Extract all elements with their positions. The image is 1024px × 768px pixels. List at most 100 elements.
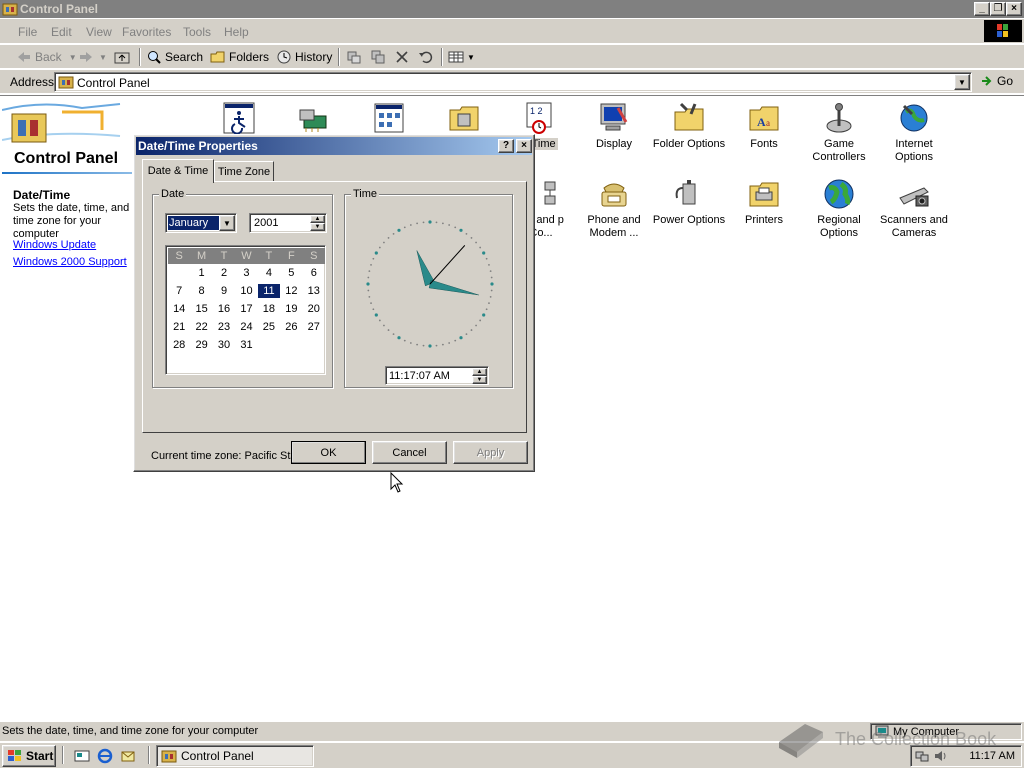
calendar-day-selected[interactable]: 11 <box>257 284 281 298</box>
calendar-day[interactable]: 19 <box>280 302 302 316</box>
history-button[interactable]: History <box>276 49 332 65</box>
cp-icon-phone-modem[interactable]: Phone and Modem ... <box>576 178 652 240</box>
month-select[interactable]: January ▼ <box>165 213 237 233</box>
calendar-day[interactable]: 18 <box>258 302 280 316</box>
cp-icon-regional-options[interactable]: Regional Options <box>801 178 877 240</box>
calendar-day[interactable]: 31 <box>235 338 257 352</box>
back-button[interactable]: Back ▼ <box>16 49 77 65</box>
cp-icon-display[interactable]: Display <box>576 102 652 151</box>
menu-help[interactable]: Help <box>224 25 249 39</box>
window-titlebar[interactable]: Control Panel _ ❐ × <box>0 0 1024 18</box>
back-dropdown-icon[interactable]: ▼ <box>69 53 77 62</box>
clock-tick <box>372 257 375 260</box>
undo-button[interactable] <box>418 49 434 65</box>
selected-item-description: Sets the date, time, and time zone for y… <box>13 202 130 240</box>
calendar-day[interactable]: 27 <box>303 320 325 334</box>
calendar-day[interactable]: 23 <box>213 320 235 334</box>
close-button[interactable]: × <box>1006 2 1022 16</box>
tab-time-zone[interactable]: Time Zone <box>214 161 274 182</box>
calendar-day[interactable]: 26 <box>280 320 302 334</box>
calendar-day[interactable]: 12 <box>280 284 302 298</box>
calendar-day[interactable]: 2 <box>213 266 235 280</box>
clock-minute-hand <box>428 279 479 296</box>
clock-tick <box>435 344 438 347</box>
cp-icon-accessibility[interactable] <box>201 102 277 138</box>
menu-view[interactable]: View <box>86 25 112 39</box>
show-desktop-icon[interactable] <box>74 748 90 764</box>
cp-icon-printers[interactable]: Printers <box>726 178 802 227</box>
cp-icon-folder-options[interactable]: Folder Options <box>651 102 727 151</box>
menu-file[interactable]: File <box>18 25 37 39</box>
outlook-express-icon[interactable] <box>120 748 136 764</box>
calendar-day[interactable]: 20 <box>303 302 325 316</box>
address-input[interactable]: Control Panel ▼ <box>54 72 972 92</box>
menu-edit[interactable]: Edit <box>51 25 72 39</box>
menu-tools[interactable]: Tools <box>183 25 211 39</box>
restore-button[interactable]: ❐ <box>990 2 1006 16</box>
forward-dropdown-icon[interactable]: ▼ <box>99 53 107 62</box>
folders-button[interactable]: Folders <box>210 49 269 65</box>
help-button[interactable]: ? <box>498 139 514 153</box>
menu-favorites[interactable]: Favorites <box>122 25 171 39</box>
taskbar-item-control-panel[interactable]: Control Panel <box>156 745 314 767</box>
cancel-button[interactable]: Cancel <box>372 441 447 464</box>
copy-to-button[interactable] <box>370 49 386 65</box>
year-stepper[interactable]: 2001 ▲ ▼ <box>249 213 327 233</box>
go-button[interactable]: Go <box>980 74 1013 88</box>
windows-update-link[interactable]: Windows Update <box>13 239 96 251</box>
calendar-day[interactable]: 16 <box>213 302 235 316</box>
dialog-close-button[interactable]: × <box>516 139 532 153</box>
delete-button[interactable] <box>394 49 410 65</box>
up-button[interactable] <box>114 49 130 65</box>
calendar-day[interactable]: 13 <box>303 284 325 298</box>
phone-modem-icon <box>601 183 627 207</box>
move-to-button[interactable] <box>346 49 362 65</box>
calendar-day[interactable]: 6 <box>303 266 325 280</box>
apply-button[interactable]: Apply <box>453 441 528 464</box>
internet-explorer-icon[interactable] <box>97 748 113 764</box>
views-button[interactable]: ▼ <box>448 49 475 65</box>
calendar-day[interactable]: 5 <box>280 266 302 280</box>
calendar-day[interactable]: 1 <box>190 266 212 280</box>
search-button[interactable]: Search <box>146 49 203 65</box>
address-dropdown-button[interactable]: ▼ <box>954 74 970 90</box>
cp-icon-administrative-tools[interactable] <box>426 102 502 138</box>
calendar-day[interactable]: 4 <box>258 266 280 280</box>
calendar-day[interactable]: 14 <box>168 302 190 316</box>
minimize-button[interactable]: _ <box>974 2 990 16</box>
calendar-day[interactable]: 15 <box>190 302 212 316</box>
ok-button[interactable]: OK <box>291 441 366 464</box>
calendar-day[interactable]: 9 <box>213 284 235 298</box>
cp-icon-game-controllers[interactable]: Game Controllers <box>801 102 877 164</box>
cp-icon-power-options[interactable]: Power Options <box>651 178 727 227</box>
calendar-day[interactable]: 7 <box>168 284 190 298</box>
month-dropdown-button[interactable]: ▼ <box>219 215 235 231</box>
tab-date-time[interactable]: Date & Time <box>142 159 214 183</box>
windows-2000-support-link[interactable]: Windows 2000 Support <box>13 256 127 268</box>
calendar-day[interactable]: 10 <box>235 284 257 298</box>
time-down-button[interactable]: ▼ <box>472 376 487 384</box>
cp-icon-internet-options[interactable]: Internet Options <box>876 102 952 164</box>
cp-icon-add-remove-programs[interactable] <box>351 102 427 138</box>
forward-button[interactable]: ▼ <box>78 49 107 65</box>
calendar-day[interactable]: 17 <box>235 302 257 316</box>
year-down-button[interactable]: ▼ <box>310 223 325 231</box>
history-label: History <box>295 50 333 64</box>
cp-icon-scanners-cameras[interactable]: Scanners and Cameras <box>876 178 952 240</box>
time-stepper[interactable]: 11:17:07 AM ▲ ▼ <box>385 366 489 385</box>
start-button[interactable]: Start <box>2 745 56 767</box>
cp-icon-fonts[interactable]: Aa Fonts <box>726 102 802 151</box>
calendar-day[interactable]: 25 <box>258 320 280 334</box>
calendar-day[interactable]: 22 <box>190 320 212 334</box>
calendar-day[interactable]: 28 <box>168 338 190 352</box>
calendar-day[interactable]: 29 <box>190 338 212 352</box>
time-up-button[interactable]: ▲ <box>472 368 487 376</box>
calendar-day[interactable]: 21 <box>168 320 190 334</box>
calendar-day[interactable]: 3 <box>235 266 257 280</box>
calendar-day[interactable]: 24 <box>235 320 257 334</box>
year-up-button[interactable]: ▲ <box>310 215 325 223</box>
cp-icon-add-hardware[interactable] <box>276 102 352 138</box>
dialog-titlebar[interactable]: Date/Time Properties ? × <box>136 137 532 155</box>
calendar-day[interactable]: 30 <box>213 338 235 352</box>
calendar-day[interactable]: 8 <box>190 284 212 298</box>
